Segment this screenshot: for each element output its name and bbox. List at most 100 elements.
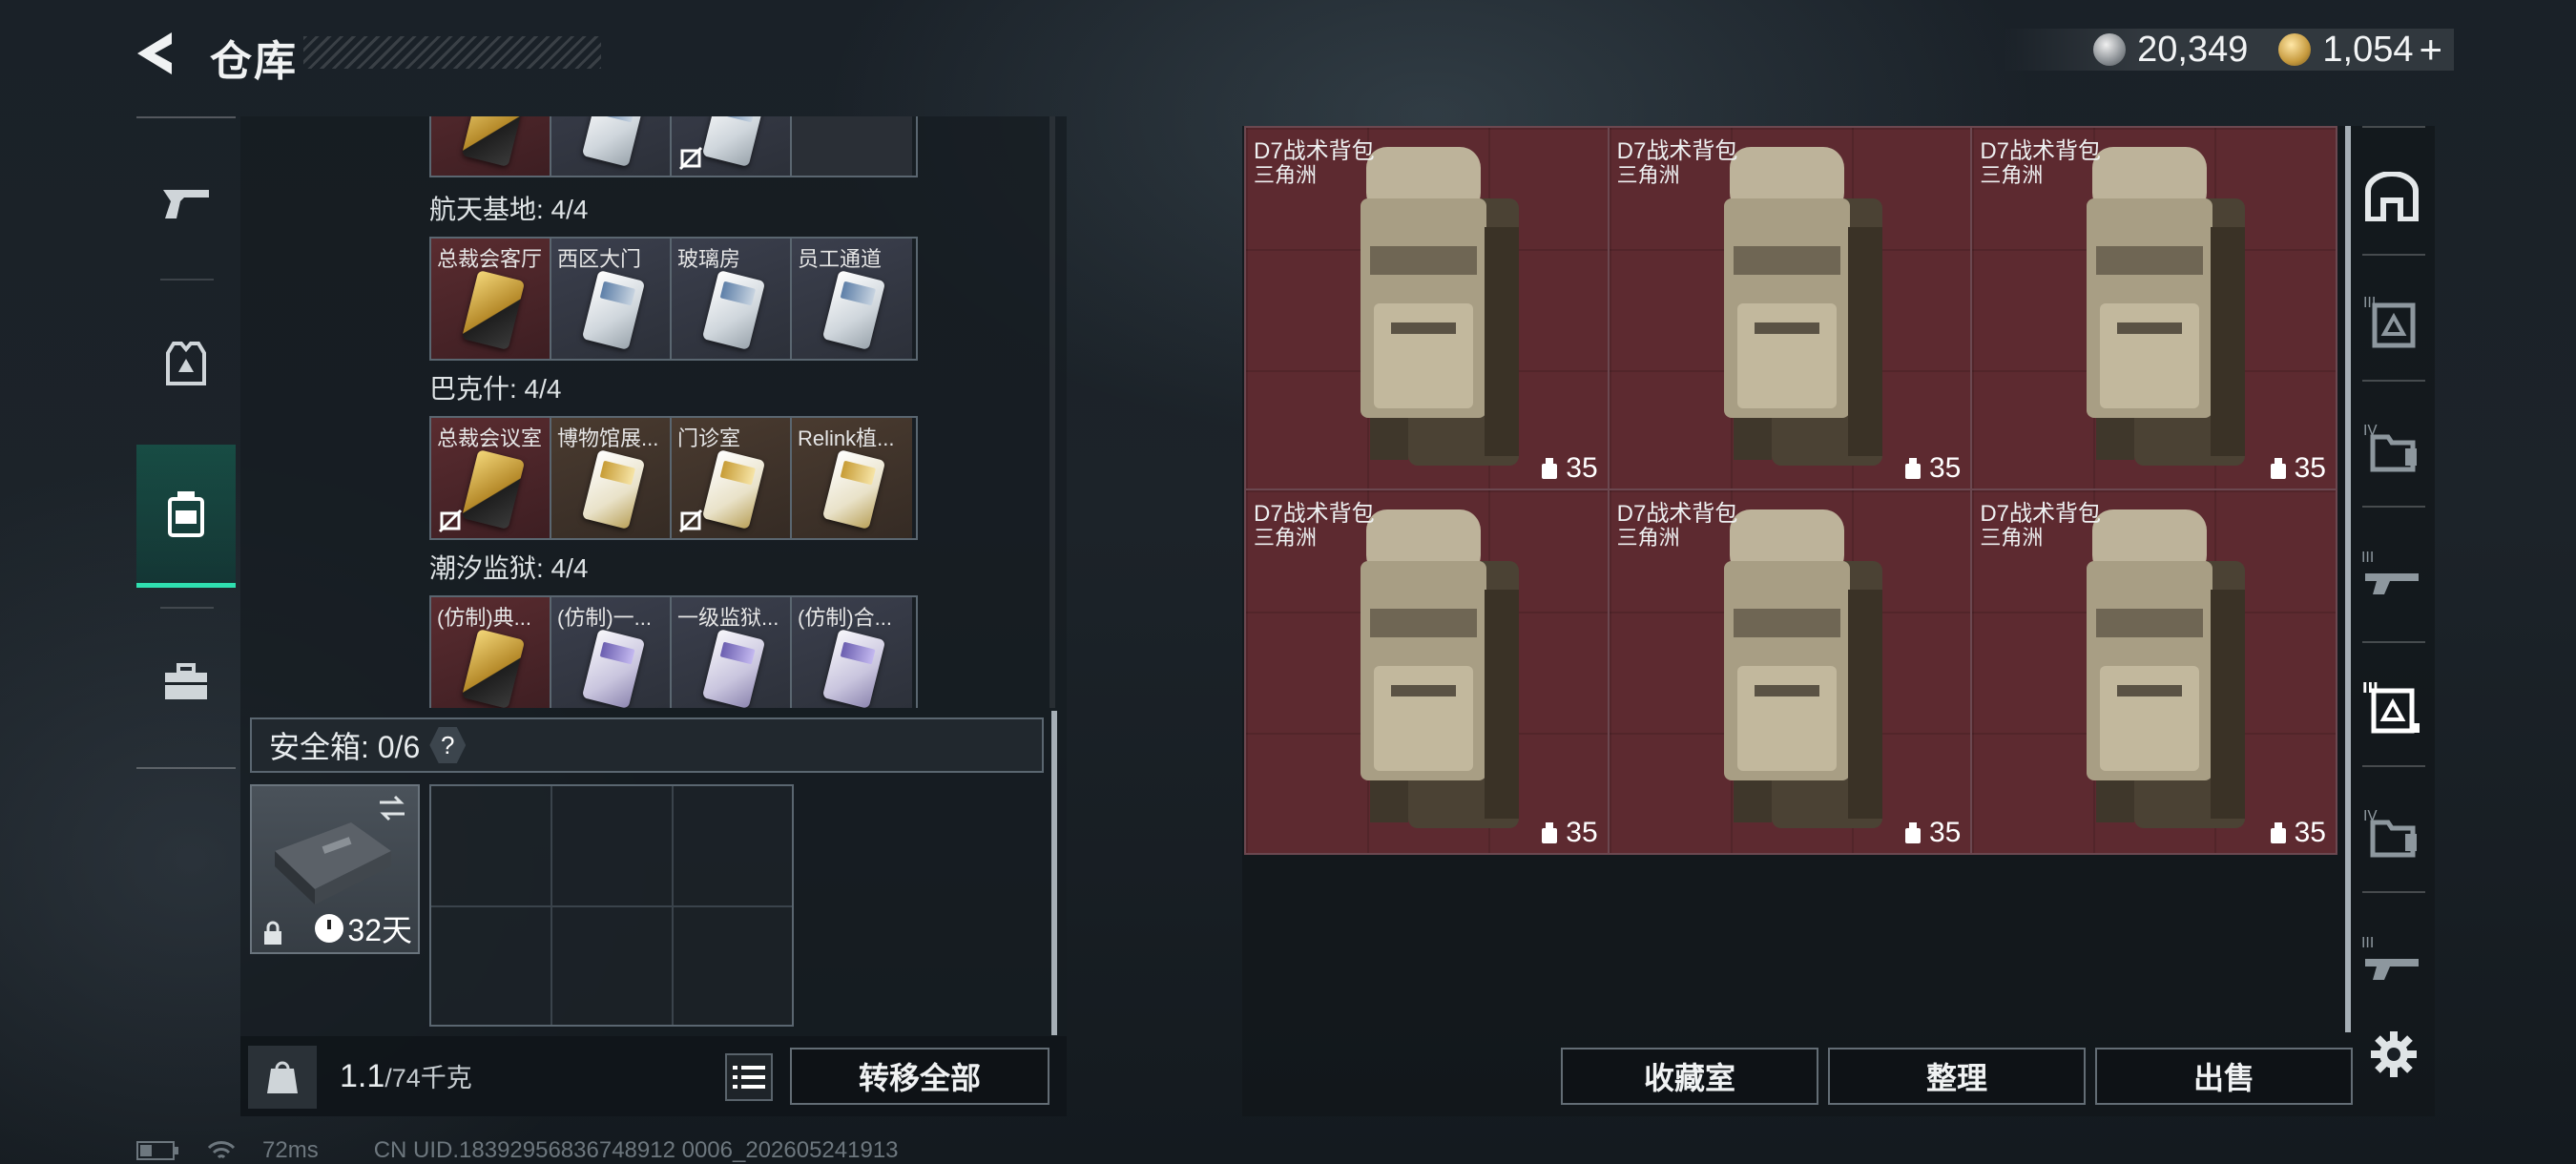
key-card-label: (仿制)合... [798,606,892,630]
key-card[interactable] [672,116,792,176]
key-card-label: 玻璃房 [677,247,741,271]
key-card-label: (仿制)一... [557,606,652,630]
key-card[interactable]: (仿制)典... [431,597,551,708]
duration-text: 32天 [347,913,412,947]
backpack-image [2087,509,2246,828]
capacity-icon [2270,458,2286,479]
nav-tab-backpacks[interactable] [136,445,236,588]
key-card[interactable]: 博物馆展... [551,418,672,538]
all-items-icon [2365,172,2419,221]
no-trade-icon [678,509,703,533]
collection-room-button[interactable]: 收藏室 [1561,1048,1818,1105]
backpack-item[interactable]: D7战术背包 三角洲 35 [1609,490,1973,853]
armor-tier-3-icon: III [2363,294,2416,348]
transfer-all-button[interactable]: 转移全部 [790,1048,1049,1105]
key-list-scrollbar[interactable] [1049,116,1055,708]
weight-max: /74千克 [384,1064,472,1092]
help-button[interactable]: ? [429,727,467,763]
nav-tab-armor[interactable] [136,292,236,435]
key-card[interactable] [431,116,551,176]
filter-tab-rig-3[interactable]: III [2355,515,2429,630]
key-card[interactable]: Relink植... [792,418,912,538]
item-count: 35 [2294,817,2326,848]
backpack-item[interactable]: D7战术背包 三角洲 35 [1246,490,1610,853]
sell-button[interactable]: 出售 [2095,1048,2353,1105]
filter-tab-backpack-4-alt[interactable]: IV [2355,775,2429,889]
item-stack: 35 [2268,817,2326,849]
key-card-row [429,116,918,177]
nav-tab-weapons[interactable] [136,132,236,275]
key-card-row: 总裁会议室 博物馆展... 门诊室 Relink植... [429,416,918,540]
swap-icon[interactable] [376,794,408,822]
tab-divider [2362,506,2425,508]
keycard-image [821,449,886,530]
silver-currency-value: 20,349 [2137,29,2249,70]
list-view-button[interactable] [725,1053,773,1101]
filter-tab-rig-3-alt[interactable]: III [2355,901,2429,1015]
keycard-image [701,116,766,167]
backpack-item[interactable]: D7战术背包 三角洲 35 [1246,128,1610,490]
key-card[interactable] [551,116,672,176]
filter-tab-all[interactable] [2355,139,2429,254]
item-stack: 35 [1902,817,1961,849]
key-card[interactable]: (仿制)一... [551,597,672,708]
svg-text:III: III [2361,549,2374,566]
key-card-list[interactable]: 航天基地: 4/4 总裁会客厅 西区大门 玻璃房 员工通道 巴克什: 4/4 总… [427,116,1095,708]
no-trade-icon [438,509,463,533]
group-label-tide-prison: 潮汐监狱: 4/4 [429,553,589,583]
tab-divider [2362,765,2425,767]
key-card[interactable]: (仿制)合... [792,597,912,708]
pistol-icon [163,190,209,218]
key-card[interactable]: 一级监狱... [672,597,792,708]
key-card-label: 西区大门 [557,247,642,271]
keycard-image [461,629,526,708]
backpack-image [1361,509,1519,828]
backpack-tier-4-icon: IV [2363,422,2417,472]
backpack-item[interactable]: D7战术背包 三角洲 35 [1972,490,2336,853]
nav-tab-cases[interactable] [136,611,236,754]
status-bar: 72ms CN UID.18392956836748912 0006_20260… [136,1137,899,1164]
filter-tab-backpack-4[interactable]: IV [2355,389,2429,504]
inventory-scrollbar[interactable] [1051,711,1057,1035]
safe-box-label: 安全箱: 0/6 [269,730,421,764]
key-card-label: Relink植... [798,426,895,450]
backpack-grid: D7战术背包 三角洲 35 D7战术背包 三角洲 35 D7战术背包 三角洲 3… [1244,126,2337,855]
keycard-image [821,270,886,350]
filter-tab-armor-3[interactable]: III [2355,263,2429,378]
add-currency-button[interactable]: + [2419,27,2442,73]
organize-button[interactable]: 整理 [1828,1048,2086,1105]
armor-tier-3-selected-icon: III [2362,679,2420,734]
item-map: 三角洲 [1980,526,2044,550]
tab-divider [2362,126,2425,128]
key-card[interactable]: 门诊室 [672,418,792,538]
item-map: 三角洲 [1980,163,2044,187]
safe-box-header: 安全箱: 0/6 ? [250,717,1044,773]
back-arrow-icon[interactable] [134,29,181,78]
item-stack: 35 [2268,452,2326,485]
backpack-item[interactable]: D7战术背包 三角洲 35 [1609,128,1973,490]
key-card[interactable]: 总裁会议室 [431,418,551,538]
filter-tab-armor-3-selected[interactable]: III [2355,649,2429,763]
keycard-image [821,629,886,708]
safe-box-grid[interactable] [429,784,794,1027]
no-trade-icon [678,146,703,171]
key-card[interactable]: 西区大门 [551,239,672,359]
backpack-item[interactable]: D7战术背包 三角洲 35 [1972,128,2336,490]
ping-text: 72ms [262,1137,319,1163]
keycard-image [581,629,646,708]
gold-currency-value: 1,054 [2322,29,2414,70]
settings-gear-icon[interactable] [2370,1030,2418,1078]
right-panel-scrollbar[interactable] [2345,126,2351,1032]
key-card[interactable]: 员工通道 [792,239,912,359]
item-count: 35 [1566,817,1598,848]
group-label-bakhsh: 巴克什: 4/4 [429,374,562,404]
key-card[interactable]: 玻璃房 [672,239,792,359]
item-count: 35 [1928,817,1962,848]
safe-case-item[interactable]: 32天 [250,784,420,954]
wifi-icon [207,1141,236,1159]
capacity-icon [2270,822,2286,843]
key-card[interactable]: 总裁会客厅 [431,239,551,359]
keycard-image [701,629,766,708]
key-card-label: 总裁会客厅 [437,247,543,271]
keycard-image [461,116,526,167]
